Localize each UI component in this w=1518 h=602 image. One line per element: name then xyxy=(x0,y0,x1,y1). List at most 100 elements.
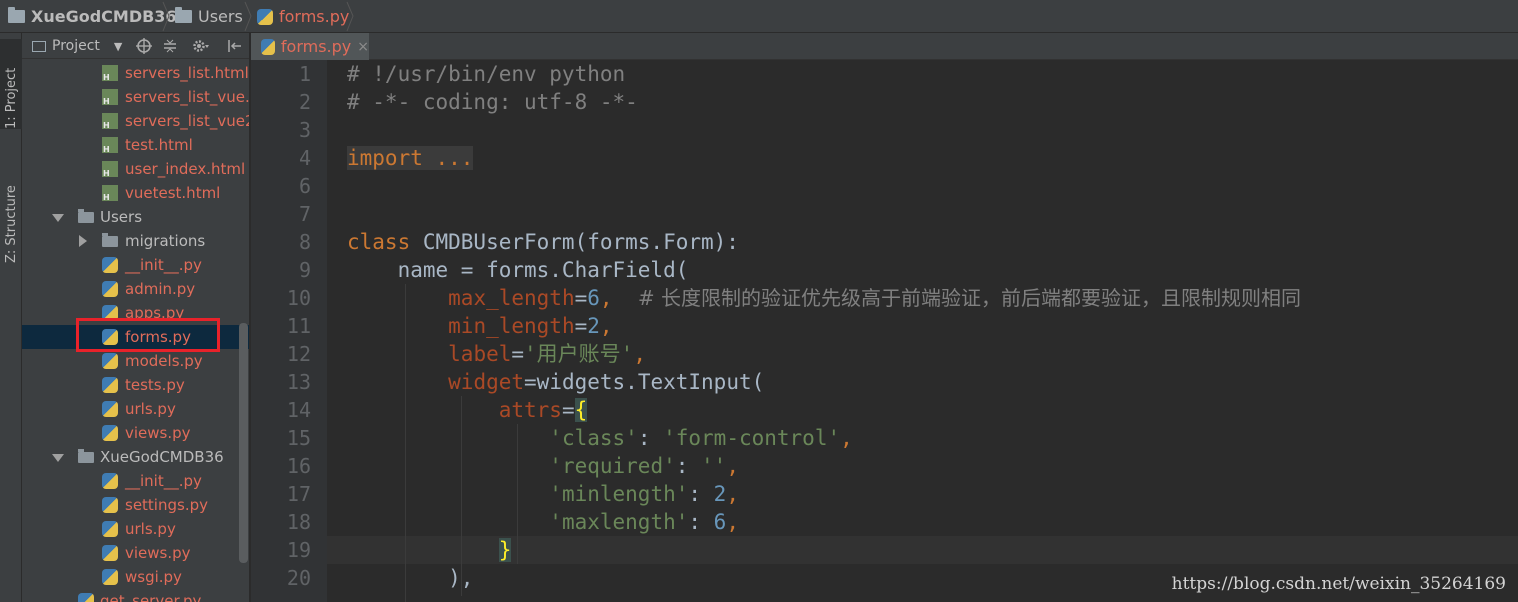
breadcrumb-project[interactable]: XueGodCMDB36 xyxy=(8,0,177,33)
code-line-8: class CMDBUserForm(forms.Form): xyxy=(347,230,739,254)
line-number: 2 xyxy=(298,90,311,114)
tree-item-users-urls-py[interactable]: urls.py xyxy=(22,397,249,421)
tree-item-models-py[interactable]: models.py xyxy=(22,349,249,373)
code-line-18: 'maxlength': 6, xyxy=(549,510,739,534)
html-file-icon xyxy=(102,65,118,82)
breadcrumb-users[interactable]: Users xyxy=(175,0,243,33)
tool-tab-project[interactable]: 1: Project xyxy=(0,39,22,129)
folder-icon xyxy=(78,449,94,463)
line-number: 7 xyxy=(298,202,311,226)
python-file-icon xyxy=(102,377,118,393)
python-file-icon xyxy=(257,8,273,25)
python-file-icon xyxy=(261,38,275,55)
chevron-down-icon[interactable] xyxy=(52,454,64,462)
line-number: 17 xyxy=(286,482,311,506)
editor-tab-bar: forms.py × xyxy=(251,33,1518,60)
python-file-icon xyxy=(102,401,118,417)
tree-item-project-init-py[interactable]: __init__.py xyxy=(22,469,249,493)
tree-item-settings-py[interactable]: settings.py xyxy=(22,493,249,517)
tree-item-tests-py[interactable]: tests.py xyxy=(22,373,249,397)
python-file-icon xyxy=(102,569,118,585)
collapse-icon[interactable] xyxy=(162,33,178,59)
tree-item-xuegodcmdb36-folder[interactable]: XueGodCMDB36 xyxy=(22,445,249,469)
folder-icon xyxy=(175,7,192,23)
tool-window-strip: 1: Project Z: Structure xyxy=(0,33,22,602)
line-number: 18 xyxy=(286,510,311,534)
tree-item-vuetest-html[interactable]: vuetest.html xyxy=(22,181,249,205)
html-file-icon xyxy=(102,161,118,178)
line-number: 14 xyxy=(286,398,311,422)
tree-item-servers-list-vue[interactable]: servers_list_vue.h xyxy=(22,85,249,109)
tree-item-project-urls-py[interactable]: urls.py xyxy=(22,517,249,541)
chevron-right-icon[interactable] xyxy=(79,235,87,247)
code-line-4: import ... xyxy=(347,146,474,170)
python-file-icon xyxy=(78,593,94,602)
python-file-icon xyxy=(102,257,118,273)
line-number: 16 xyxy=(286,454,311,478)
line-number: 13 xyxy=(286,370,311,394)
python-file-icon xyxy=(102,545,118,561)
line-number: 11 xyxy=(286,314,311,338)
html-file-icon xyxy=(102,113,118,130)
code-line-2: # -*- coding: utf-8 -*- xyxy=(347,90,638,114)
python-file-icon xyxy=(102,281,118,297)
code-line-17: 'minlength': 2, xyxy=(549,482,739,506)
code-line-15: 'class': 'form-control', xyxy=(549,426,853,450)
chevron-down-icon: ▼ xyxy=(113,39,123,53)
breadcrumb-file[interactable]: forms.py xyxy=(257,0,349,33)
line-number: 8 xyxy=(298,230,311,254)
folder-icon xyxy=(8,7,25,23)
navigation-breadcrumb: XueGodCMDB36 Users forms.py xyxy=(0,0,1518,33)
code-line-14: attrs={ xyxy=(498,398,588,422)
tool-tab-structure[interactable]: Z: Structure xyxy=(0,153,22,263)
line-number: 10 xyxy=(286,286,311,310)
gear-icon[interactable] xyxy=(192,33,210,59)
line-number: 6 xyxy=(298,174,311,198)
code-line-20: ), xyxy=(448,566,474,590)
breadcrumb-separator-icon xyxy=(244,0,252,33)
code-line-10: max_length=6, # 长度限制的验证优先级高于前端验证，前后端都要验证… xyxy=(448,286,1301,310)
html-file-icon xyxy=(102,185,118,202)
code-editor[interactable]: # !/usr/bin/env python # -*- coding: utf… xyxy=(327,60,1518,602)
tree-item-admin-py[interactable]: admin.py xyxy=(22,277,249,301)
line-number: 15 xyxy=(286,426,311,450)
python-file-icon xyxy=(102,521,118,537)
chevron-down-icon[interactable] xyxy=(52,214,64,222)
code-line-11: min_length=2, xyxy=(448,314,613,338)
tree-item-servers-list-html[interactable]: servers_list.html xyxy=(22,61,249,85)
tree-item-servers-list-vue2[interactable]: servers_list_vue2. xyxy=(22,109,249,133)
line-number: 1 xyxy=(298,62,311,86)
line-number: 9 xyxy=(298,258,311,282)
tree-item-users-init-py[interactable]: __init__.py xyxy=(22,253,249,277)
code-line-9: name = forms.CharField( xyxy=(347,258,689,282)
project-view-selector[interactable]: Project ▼ xyxy=(32,33,122,59)
breadcrumb-separator-icon xyxy=(346,0,354,33)
editor-tab-forms-py[interactable]: forms.py × xyxy=(251,33,369,60)
line-number: 20 xyxy=(286,566,311,590)
tree-item-project-views-py[interactable]: views.py xyxy=(22,541,249,565)
tree-item-test-html[interactable]: test.html xyxy=(22,133,249,157)
python-file-icon xyxy=(102,497,118,513)
python-file-icon xyxy=(102,353,118,369)
watermark: https://blog.csdn.net/weixin_35264169 xyxy=(1171,574,1506,594)
line-number: 3 xyxy=(298,118,311,142)
html-file-icon xyxy=(102,137,118,154)
tree-item-get-server-py[interactable]: get_server.py xyxy=(22,589,249,602)
code-line-19: } xyxy=(498,538,512,562)
tree-item-wsgi-py[interactable]: wsgi.py xyxy=(22,565,249,589)
tree-item-users-views-py[interactable]: views.py xyxy=(22,421,249,445)
tree-item-user-index-html[interactable]: user_index.html xyxy=(22,157,249,181)
line-number: 12 xyxy=(286,342,311,366)
target-icon[interactable] xyxy=(136,33,152,59)
line-number: 19 xyxy=(286,538,311,562)
project-view-icon xyxy=(32,40,46,52)
html-file-icon xyxy=(102,89,118,106)
tree-item-migrations-folder[interactable]: migrations xyxy=(22,229,249,253)
code-line-16: 'required': '', xyxy=(549,454,739,478)
project-panel-toolbar: Project ▼ xyxy=(22,33,249,59)
panel-scrollbar[interactable] xyxy=(239,323,248,563)
tree-item-users-folder[interactable]: Users xyxy=(22,205,249,229)
close-icon[interactable]: × xyxy=(357,39,369,55)
editor-gutter: 1 2 3 4 6 7 8 9 10 11 12 13 14 15 16 17 … xyxy=(251,60,343,602)
hide-icon[interactable] xyxy=(226,33,242,59)
